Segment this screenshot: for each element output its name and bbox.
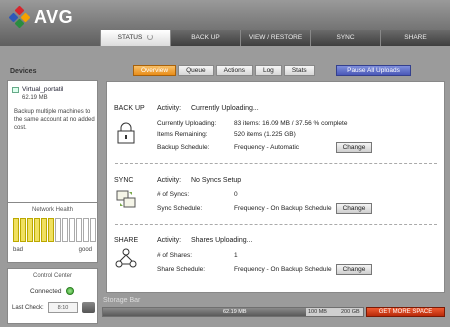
sync-activity-label: Activity: (157, 177, 182, 184)
backup-lock-icon (117, 122, 135, 144)
app-header: AVG STATUS BACK UP VIEW / RESTORE SYNC S… (0, 0, 450, 46)
share-count-value: 1 (234, 252, 238, 259)
network-health-segment (62, 218, 68, 242)
get-more-space-button[interactable]: GET MORE SPACE (366, 307, 445, 317)
backup-schedule-value: Frequency - Automatic (234, 144, 300, 151)
subtab-overview[interactable]: Overview (133, 65, 177, 76)
devices-note: Backup multiple machines to the same acc… (14, 109, 95, 131)
network-health-segment (90, 218, 96, 242)
currently-uploading-value: 83 items: 16.09 MB / 37.56 % complete (234, 120, 348, 127)
sync-label: SYNC (114, 177, 134, 184)
control-center-panel: Control Center Connected Last Check: 8:1… (7, 268, 98, 324)
tab-view-restore[interactable]: VIEW / RESTORE (240, 30, 310, 46)
status-subtabs: Overview Queue Actions Log Stats (133, 65, 315, 76)
pause-all-uploads-button[interactable]: Pause All Uploads (336, 65, 411, 76)
storage-mark-100: 100 MB (308, 309, 327, 315)
share-count-label: # of Shares: (157, 252, 193, 259)
backup-activity-value: Currently Uploading... (191, 105, 259, 112)
network-health-good-label: good (78, 247, 92, 253)
sync-change-button[interactable]: Change (336, 203, 372, 214)
refresh-button[interactable] (82, 302, 95, 313)
storage-mark-200: 200 GB (341, 309, 360, 315)
control-center-title: Control Center (32, 273, 73, 279)
backup-activity-label: Activity: (157, 105, 182, 112)
currently-uploading-label: Currently Uploading: (157, 120, 217, 127)
network-health-segment (27, 218, 33, 242)
subtab-actions[interactable]: Actions (215, 65, 253, 76)
backup-change-button[interactable]: Change (336, 142, 372, 153)
network-health-segment (41, 218, 47, 242)
sync-section: SYNC Activity: No Syncs Setup # of Syncs… (107, 164, 446, 226)
backup-label: BACK UP (114, 105, 145, 112)
share-activity-value: Shares Uploading... (191, 237, 253, 244)
network-health-segment (13, 218, 19, 242)
main-tabs: STATUS BACK UP VIEW / RESTORE SYNC SHARE (100, 30, 450, 46)
connection-status: Connected (30, 288, 62, 295)
devices-title: Devices (10, 68, 37, 75)
network-health-segment (69, 218, 75, 242)
tab-backup[interactable]: BACK UP (170, 30, 240, 46)
share-label: SHARE (114, 237, 139, 244)
connected-status-icon (66, 287, 74, 295)
computer-icon (12, 87, 19, 93)
network-health-segment (48, 218, 54, 242)
subtab-stats[interactable]: Stats (283, 65, 315, 76)
share-change-button[interactable]: Change (336, 264, 372, 275)
items-remaining-value: 520 items (1.225 GB) (234, 131, 296, 138)
share-network-icon (115, 248, 137, 268)
sync-icon (116, 190, 136, 208)
tab-sync[interactable]: SYNC (310, 30, 380, 46)
network-health-title: Network Health (31, 207, 73, 213)
network-health-bad-label: bad (13, 247, 24, 253)
avg-logo: AVG (8, 5, 74, 29)
logo-text: AVG (34, 6, 74, 27)
share-schedule-label: Share Schedule: (157, 266, 206, 273)
last-check-time: 8:10 (48, 302, 78, 313)
status-overview-panel: BACK UP Activity: Currently Uploading...… (106, 81, 445, 293)
sync-activity-value: No Syncs Setup (191, 177, 242, 184)
loading-spinner-icon (147, 34, 154, 40)
network-health-segment (55, 218, 61, 242)
device-size: 62.19 MB (22, 95, 48, 101)
network-health-panel: Network Health bad good (7, 202, 98, 263)
subtab-log[interactable]: Log (254, 65, 282, 76)
device-item[interactable]: Virtual_portatil (22, 86, 63, 93)
storage-bar-fill (103, 308, 306, 316)
network-health-meter (13, 218, 96, 242)
network-health-segment (20, 218, 26, 242)
share-schedule-value: Frequency - On Backup Schedule (234, 266, 332, 273)
sync-schedule-label: Sync Schedule: (157, 205, 203, 212)
sync-count-value: 0 (234, 191, 238, 198)
tab-share[interactable]: SHARE (380, 30, 450, 46)
network-health-segment (34, 218, 40, 242)
sync-count-label: # of Syncs: (157, 191, 190, 198)
last-check-label: Last Check: (12, 305, 44, 311)
network-health-segment (76, 218, 82, 242)
subtab-queue[interactable]: Queue (178, 65, 214, 76)
sync-schedule-value: Frequency - On Backup Schedule (234, 205, 332, 212)
storage-bar: 62.19 MB 100 MB 200 GB (102, 307, 364, 317)
share-section: SHARE Activity: Shares Uploading... # of… (107, 225, 446, 287)
share-activity-label: Activity: (157, 237, 182, 244)
backup-schedule-label: Backup Schedule: (157, 144, 210, 151)
avg-logo-icon (8, 5, 31, 29)
storage-bar-label: Storage Bar (103, 297, 141, 304)
tab-status[interactable]: STATUS (100, 30, 170, 46)
backup-section: BACK UP Activity: Currently Uploading...… (107, 90, 446, 153)
storage-used: 62.19 MB (223, 309, 247, 315)
items-remaining-label: Items Remaining: (157, 131, 208, 138)
network-health-segment (83, 218, 89, 242)
